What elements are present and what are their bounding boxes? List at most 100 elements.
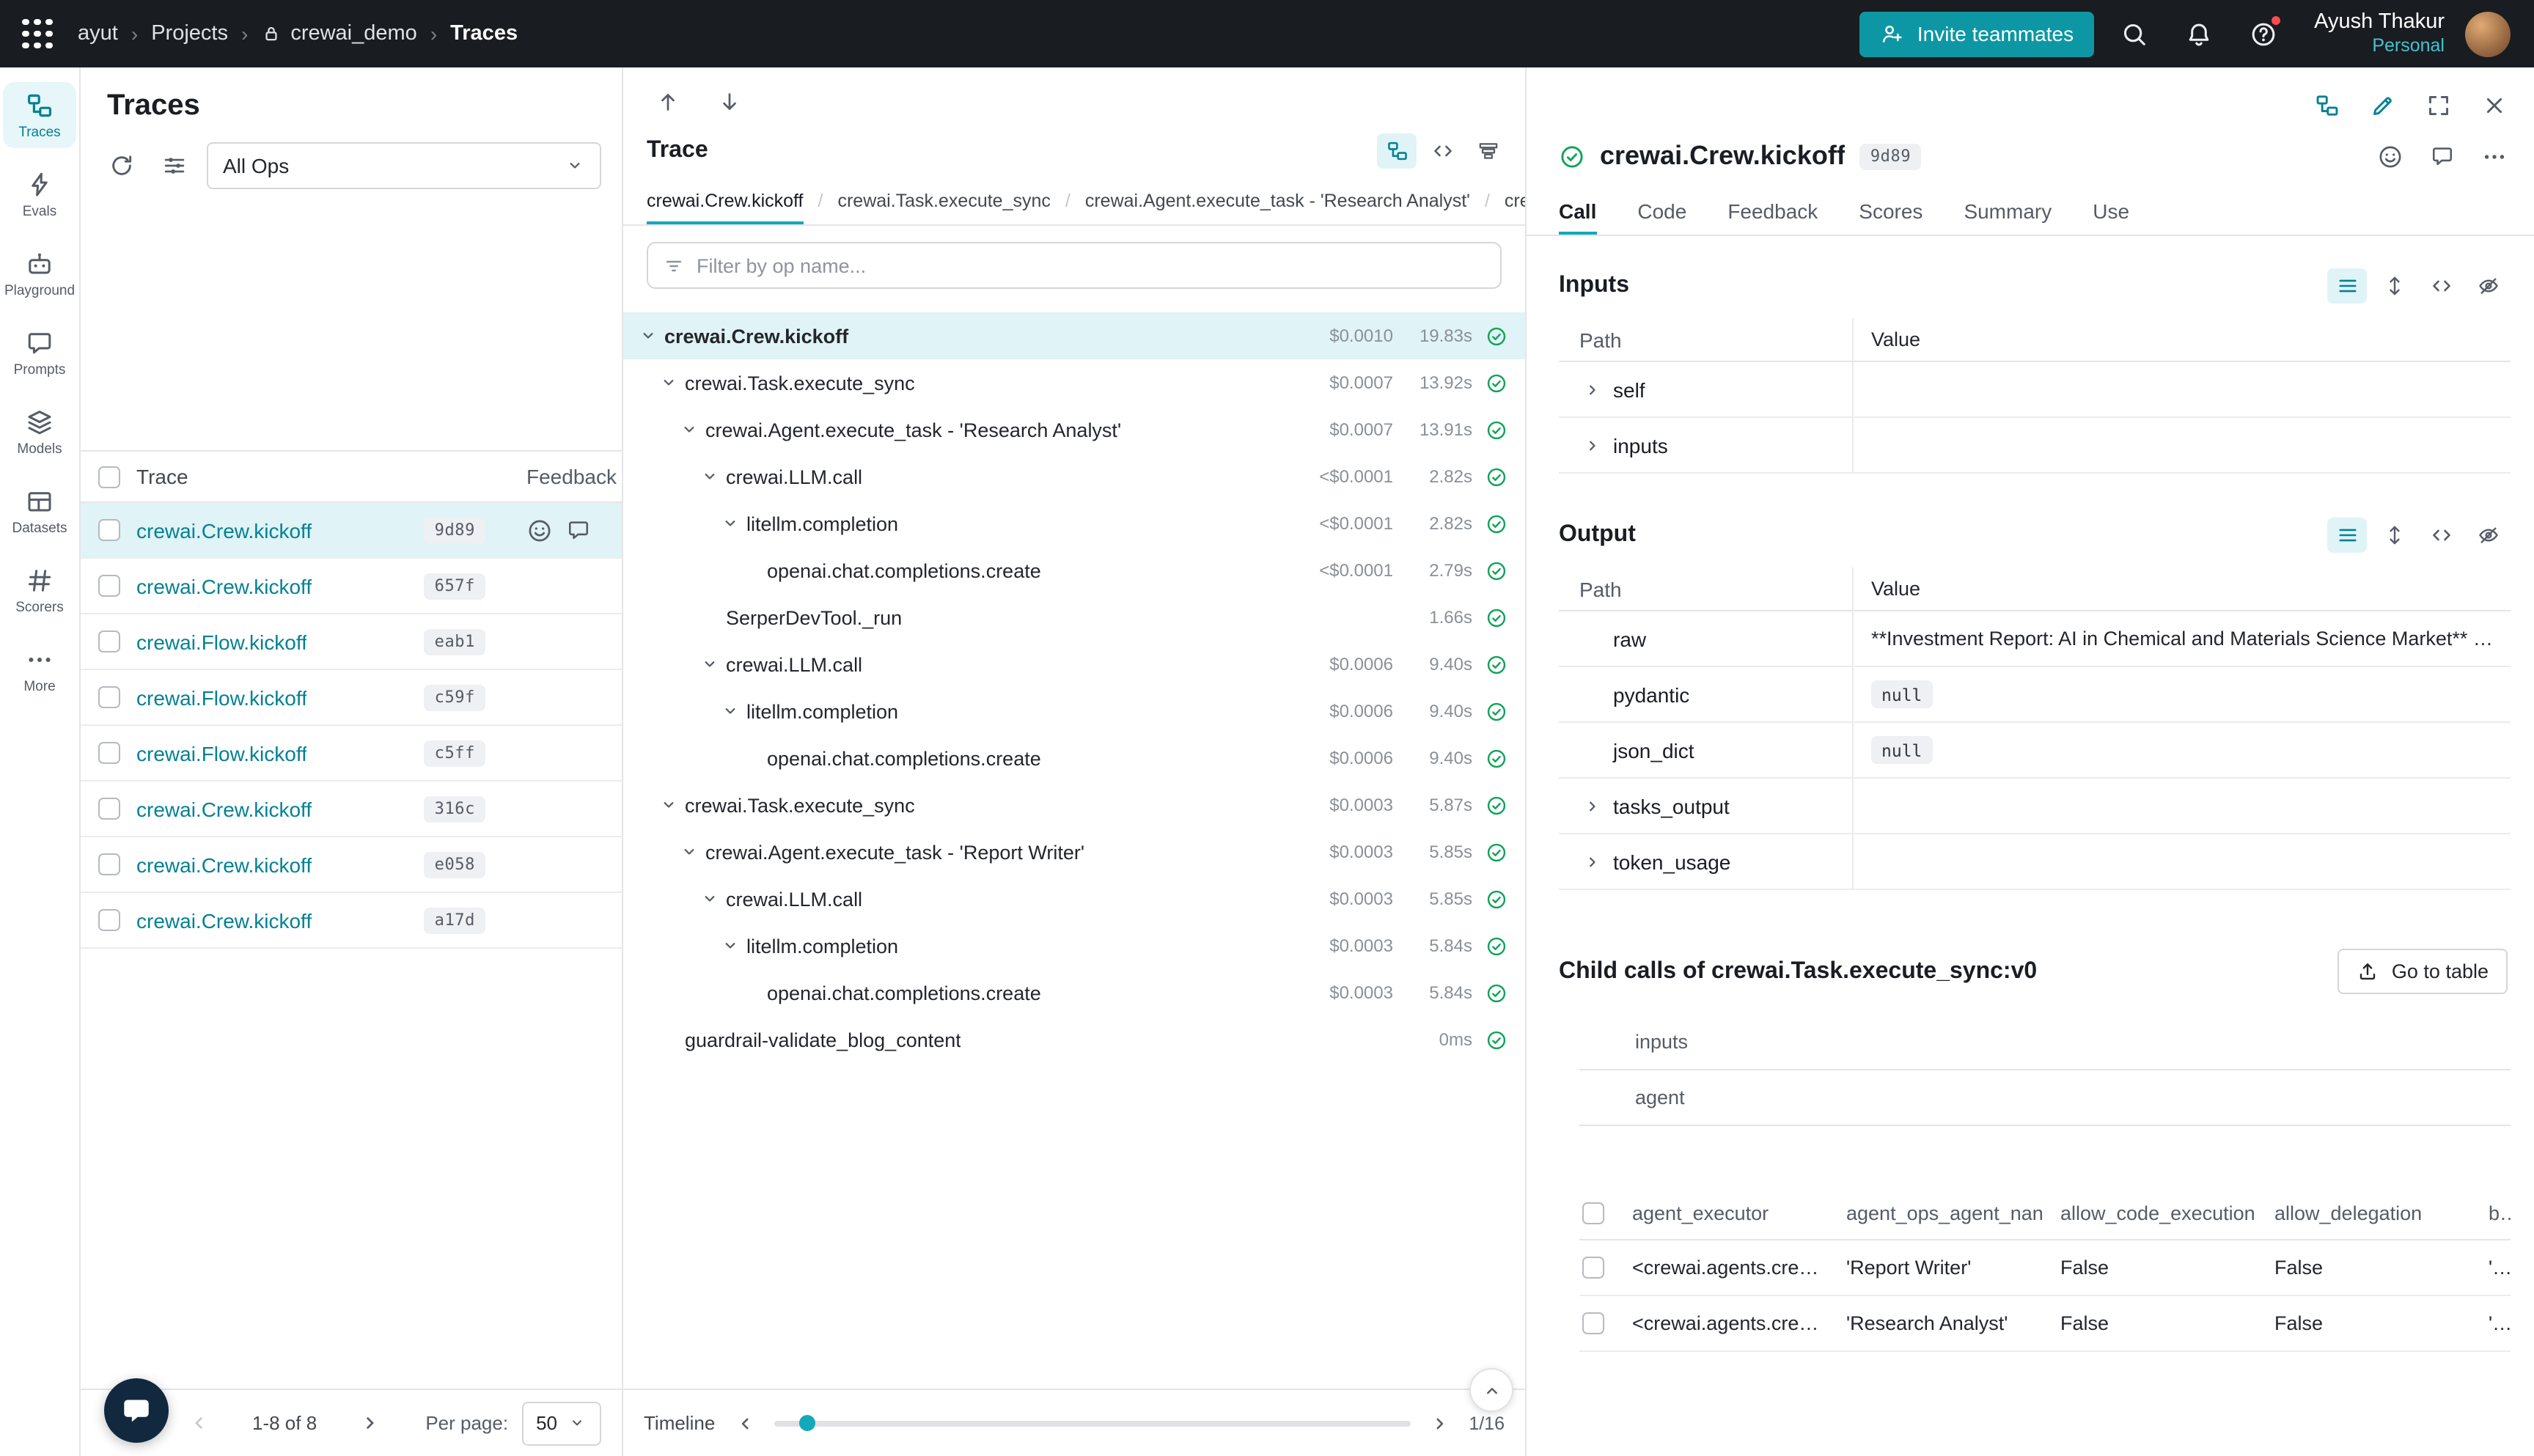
- row-checkbox[interactable]: [98, 853, 120, 875]
- row-checkbox[interactable]: [1582, 1312, 1604, 1334]
- trace-name-link[interactable]: crewai.Crew.kickoff: [136, 853, 312, 876]
- trace-name-link[interactable]: crewai.Crew.kickoff: [136, 518, 312, 542]
- go-to-table-button[interactable]: Go to table: [2337, 949, 2508, 994]
- tab-call[interactable]: Call: [1559, 186, 1596, 235]
- next-page-button[interactable]: [358, 1411, 383, 1435]
- chevron-down-icon[interactable]: [697, 886, 723, 912]
- kv-row[interactable]: self: [1559, 362, 2511, 418]
- close-button[interactable]: [2481, 92, 2508, 119]
- chevron-right-icon[interactable]: [1579, 851, 1606, 872]
- tree-row[interactable]: litellm.completion <$0.0001 2.82s: [623, 500, 1525, 547]
- table-row[interactable]: crewai.Flow.kickoff c5ff: [81, 726, 622, 782]
- table-row[interactable]: <crewai.agents.cre… 'Research Analyst' F…: [1579, 1296, 2511, 1352]
- code-view-toggle[interactable]: [1422, 133, 1462, 169]
- hide-values-button[interactable]: [2468, 518, 2508, 553]
- chevron-down-icon[interactable]: [697, 463, 723, 490]
- comment-button[interactable]: [2430, 144, 2455, 169]
- tree-row[interactable]: litellm.completion $0.0006 9.40s: [623, 688, 1525, 735]
- kv-row[interactable]: json_dict null: [1559, 723, 2511, 779]
- feedback-comment-icon[interactable]: [566, 518, 591, 543]
- reaction-smiley-icon[interactable]: [526, 517, 553, 543]
- tree-row[interactable]: crewai.LLM.call $0.0006 9.40s: [623, 641, 1525, 688]
- chevron-down-icon[interactable]: [676, 839, 702, 865]
- breadcrumb-project[interactable]: crewai_demo: [261, 22, 417, 45]
- trace-name-link[interactable]: crewai.Crew.kickoff: [136, 797, 312, 820]
- sidebar-item-playground[interactable]: Playground: [3, 240, 76, 306]
- expand-all-button[interactable]: [2374, 518, 2414, 553]
- flame-view-toggle[interactable]: [1468, 133, 1507, 169]
- tree-row[interactable]: crewai.Task.execute_sync $0.0007 13.92s: [623, 359, 1525, 406]
- stack-tab[interactable]: crewai.LLM.cal: [1505, 176, 1525, 224]
- tree-row[interactable]: crewai.Crew.kickoff $0.0010 19.83s: [623, 312, 1525, 359]
- chevron-down-icon[interactable]: [717, 933, 743, 959]
- table-row[interactable]: crewai.Flow.kickoff c59f: [81, 670, 622, 726]
- chevron-down-icon[interactable]: [655, 792, 682, 818]
- stack-tab[interactable]: crewai.Agent.execute_task - 'Research An…: [1085, 176, 1470, 224]
- row-checkbox[interactable]: [98, 575, 120, 597]
- tree-view-button[interactable]: [2314, 92, 2340, 119]
- view-list-button[interactable]: [2327, 268, 2367, 304]
- kv-row[interactable]: pydantic null: [1559, 667, 2511, 723]
- table-row[interactable]: <crewai.agents.cre… 'Report Writer' Fals…: [1579, 1240, 2511, 1296]
- row-checkbox[interactable]: [98, 630, 120, 652]
- sidebar-item-traces[interactable]: Traces: [3, 82, 76, 148]
- view-list-button[interactable]: [2327, 518, 2367, 553]
- table-row[interactable]: crewai.Crew.kickoff 316c: [81, 782, 622, 837]
- tree-row[interactable]: crewai.LLM.call <$0.0001 2.82s: [623, 453, 1525, 500]
- breadcrumb-projects[interactable]: Projects: [151, 22, 228, 45]
- chevron-down-icon[interactable]: [635, 323, 661, 349]
- select-all-checkbox[interactable]: [1582, 1202, 1604, 1224]
- timeline-prev-button[interactable]: [732, 1411, 756, 1435]
- table-row[interactable]: crewai.Crew.kickoff 9d89: [81, 503, 622, 559]
- timeline-slider-handle[interactable]: [799, 1415, 815, 1431]
- fullscreen-button[interactable]: [2425, 92, 2452, 119]
- filter-settings-button[interactable]: [154, 145, 195, 186]
- collapse-panel-button[interactable]: [1469, 1368, 1513, 1412]
- tree-view-toggle[interactable]: [1377, 133, 1417, 169]
- row-checkbox[interactable]: [98, 798, 120, 820]
- stack-tab[interactable]: crewai.Task.execute_sync: [837, 176, 1050, 224]
- nav-up-button[interactable]: [647, 81, 688, 122]
- tree-row[interactable]: guardrail-validate_blog_content 0ms: [623, 1016, 1525, 1063]
- tree-row[interactable]: litellm.completion $0.0003 5.84s: [623, 922, 1525, 969]
- user-menu[interactable]: Ayush Thakur Personal: [2314, 11, 2445, 56]
- support-chat-button[interactable]: [104, 1378, 169, 1443]
- tree-row[interactable]: crewai.Agent.execute_task - 'Research An…: [623, 406, 1525, 453]
- chevron-down-icon[interactable]: [655, 369, 682, 396]
- notifications-button[interactable]: [2173, 9, 2223, 59]
- trace-name-link[interactable]: crewai.Crew.kickoff: [136, 574, 312, 598]
- tree-row[interactable]: crewai.LLM.call $0.0003 5.85s: [623, 875, 1525, 922]
- chevron-down-icon[interactable]: [717, 510, 743, 537]
- nav-down-button[interactable]: [708, 81, 749, 122]
- tab-feedback[interactable]: Feedback: [1727, 186, 1818, 235]
- select-all-checkbox[interactable]: [98, 466, 120, 488]
- sidebar-item-evals[interactable]: Evals: [3, 161, 76, 227]
- trace-name-link[interactable]: crewai.Flow.kickoff: [136, 630, 307, 653]
- tree-row[interactable]: openai.chat.completions.create <$0.0001 …: [623, 547, 1525, 594]
- invite-teammates-button[interactable]: Invite teammates: [1860, 11, 2094, 56]
- row-checkbox[interactable]: [98, 742, 120, 764]
- edit-button[interactable]: [2370, 92, 2396, 119]
- tree-row[interactable]: openai.chat.completions.create $0.0003 5…: [623, 969, 1525, 1016]
- trace-name-link[interactable]: crewai.Flow.kickoff: [136, 685, 307, 709]
- kv-row[interactable]: tasks_output: [1559, 779, 2511, 834]
- sidebar-item-prompts[interactable]: Prompts: [3, 320, 76, 386]
- tab-code[interactable]: Code: [1637, 186, 1686, 235]
- op-name-filter-input[interactable]: [697, 254, 1485, 276]
- prev-page-button[interactable]: [186, 1411, 211, 1435]
- tree-row[interactable]: SerperDevTool._run 1.66s: [623, 594, 1525, 641]
- ops-filter-select[interactable]: All Ops: [207, 142, 601, 189]
- trace-name-link[interactable]: crewai.Flow.kickoff: [136, 741, 307, 765]
- per-page-select[interactable]: 50: [521, 1401, 601, 1445]
- tree-row[interactable]: crewai.Agent.execute_task - 'Report Writ…: [623, 828, 1525, 875]
- table-row[interactable]: crewai.Crew.kickoff a17d: [81, 893, 622, 949]
- help-button[interactable]: [2238, 9, 2288, 59]
- kv-row[interactable]: inputs: [1559, 418, 2511, 474]
- row-checkbox[interactable]: [98, 519, 120, 541]
- refresh-button[interactable]: [101, 145, 142, 186]
- kv-row[interactable]: raw **Investment Report: AI in Chemical …: [1559, 611, 2511, 667]
- timeline-slider[interactable]: [774, 1420, 1410, 1426]
- row-checkbox[interactable]: [98, 686, 120, 708]
- chevron-right-icon[interactable]: [1579, 379, 1606, 400]
- search-button[interactable]: [2109, 9, 2159, 59]
